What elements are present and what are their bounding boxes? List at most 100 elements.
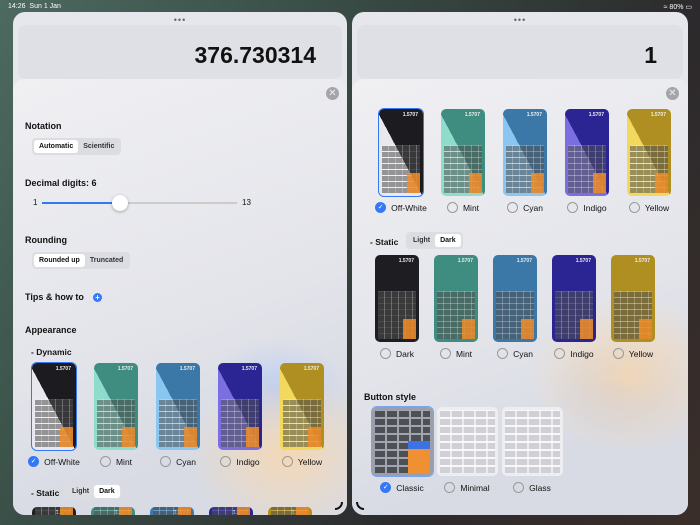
theme-thumbnail[interactable]: 1.5707: [31, 362, 77, 451]
radio-circle-icon[interactable]: [439, 348, 451, 359]
close-icon[interactable]: ✕: [666, 87, 679, 100]
radio-circle-icon[interactable]: [220, 456, 232, 467]
theme-thumbnail[interactable]: 1.5707: [503, 109, 547, 196]
button-style-option-classic[interactable]: ✓ Classic: [370, 406, 434, 493]
radio-circle-icon[interactable]: [507, 202, 519, 213]
static-dark[interactable]: Dark: [94, 485, 120, 498]
window-menu-dots[interactable]: •••: [514, 15, 526, 25]
theme-radio[interactable]: Yellow: [628, 202, 669, 213]
rounding-truncated[interactable]: Truncated: [85, 254, 128, 267]
theme-thumbnail[interactable]: 1.5707: [611, 255, 655, 342]
rounding-segmented[interactable]: Rounded up Truncated: [32, 252, 131, 269]
theme-option-mint[interactable]: 1.5707 Mint: [434, 109, 492, 213]
radio-circle-icon[interactable]: [554, 348, 566, 359]
radio-circle-icon[interactable]: [160, 456, 172, 467]
radio-circle-icon[interactable]: [612, 348, 624, 359]
decimal-digits-slider[interactable]: [42, 195, 237, 211]
theme-radio[interactable]: Mint: [446, 202, 479, 213]
theme-thumbnail[interactable]: 1.5707: [434, 255, 478, 342]
theme-radio[interactable]: Cyan: [497, 348, 533, 359]
tips-plus-icon[interactable]: +: [93, 293, 102, 302]
theme-option-off-white[interactable]: 1.5707 ✓ Off-White: [372, 108, 430, 213]
theme-radio[interactable]: ✓ Off-White: [28, 456, 80, 467]
theme-thumbnail[interactable]: 1.5707: [565, 109, 609, 196]
theme-option-cyan[interactable]: 1.5707: [143, 507, 201, 515]
static-mode-segmented[interactable]: Light Dark: [65, 483, 122, 500]
window-menu-dots[interactable]: •••: [174, 15, 186, 25]
theme-thumbnail[interactable]: 1.5707: [94, 363, 138, 450]
static-dark[interactable]: Dark: [435, 234, 461, 247]
theme-option-mint[interactable]: 1.5707 Mint: [87, 363, 145, 467]
theme-option-mint[interactable]: 1.5707: [84, 507, 142, 515]
theme-option-indigo[interactable]: 1.5707: [202, 507, 260, 515]
notation-scientific[interactable]: Scientific: [78, 140, 119, 153]
radio-circle-icon[interactable]: [99, 456, 111, 467]
theme-thumbnail[interactable]: 1.5707: [156, 363, 200, 450]
radio-circle-icon[interactable]: [446, 202, 458, 213]
button-style-radio[interactable]: Minimal: [444, 482, 490, 493]
radio-circle-icon[interactable]: [380, 348, 392, 359]
notation-automatic[interactable]: Automatic: [34, 140, 79, 153]
theme-thumbnail[interactable]: 1.5707: [91, 507, 135, 515]
button-style-radio[interactable]: ✓ Classic: [380, 482, 424, 493]
theme-thumbnail[interactable]: 1.5707: [32, 507, 76, 515]
theme-thumbnail[interactable]: 1.5707: [218, 363, 262, 450]
theme-option-cyan[interactable]: 1.5707 Cyan: [149, 363, 207, 467]
button-style-preview[interactable]: [501, 407, 563, 476]
static-light[interactable]: Light: [408, 234, 435, 247]
button-style-preview[interactable]: [370, 406, 434, 477]
theme-thumbnail[interactable]: 1.5707: [150, 507, 194, 515]
radio-circle-icon[interactable]: [281, 456, 293, 467]
theme-thumbnail[interactable]: 1.5707: [209, 507, 253, 515]
theme-radio[interactable]: Yellow: [612, 348, 653, 359]
theme-thumbnail[interactable]: 1.5707: [280, 363, 324, 450]
theme-option-cyan[interactable]: 1.5707 Cyan: [496, 109, 554, 213]
theme-radio[interactable]: Indigo: [220, 456, 260, 467]
theme-radio[interactable]: Cyan: [507, 202, 543, 213]
notation-segmented[interactable]: Automatic Scientific: [32, 138, 122, 155]
theme-radio[interactable]: Dark: [380, 348, 414, 359]
theme-option-yellow[interactable]: 1.5707 Yellow: [273, 363, 331, 467]
theme-thumbnail[interactable]: 1.5707: [441, 109, 485, 196]
theme-option-yellow[interactable]: 1.5707: [261, 507, 319, 515]
theme-thumbnail[interactable]: 1.5707: [552, 255, 596, 342]
theme-radio[interactable]: Indigo: [554, 348, 594, 359]
radio-circle-icon[interactable]: [497, 348, 509, 359]
radio-circle-icon[interactable]: [628, 202, 640, 213]
theme-option-indigo[interactable]: 1.5707 Indigo: [545, 255, 603, 359]
theme-option-cyan[interactable]: 1.5707 Cyan: [486, 255, 544, 359]
theme-radio[interactable]: Mint: [99, 456, 132, 467]
button-style-option-minimal[interactable]: Minimal: [435, 407, 499, 493]
checkmark-icon[interactable]: ✓: [380, 482, 392, 493]
theme-option-dark[interactable]: 1.5707: [25, 507, 83, 515]
button-style-option-glass[interactable]: Glass: [500, 407, 564, 493]
theme-radio[interactable]: Mint: [439, 348, 472, 359]
rounding-rounded-up[interactable]: Rounded up: [34, 254, 85, 267]
theme-thumbnail[interactable]: 1.5707: [268, 507, 312, 515]
theme-option-mint[interactable]: 1.5707 Mint: [427, 255, 485, 359]
radio-circle-icon[interactable]: [567, 202, 579, 213]
checkmark-icon[interactable]: ✓: [375, 202, 387, 213]
button-style-radio[interactable]: Glass: [513, 482, 551, 493]
theme-option-dark[interactable]: 1.5707 Dark: [368, 255, 426, 359]
close-icon[interactable]: ✕: [326, 87, 339, 100]
theme-thumbnail[interactable]: 1.5707: [493, 255, 537, 342]
checkmark-icon[interactable]: ✓: [28, 456, 40, 467]
theme-thumbnail[interactable]: 1.5707: [627, 109, 671, 196]
theme-radio[interactable]: Yellow: [281, 456, 322, 467]
theme-option-indigo[interactable]: 1.5707 Indigo: [558, 109, 616, 213]
theme-radio[interactable]: Cyan: [160, 456, 196, 467]
theme-option-indigo[interactable]: 1.5707 Indigo: [211, 363, 269, 467]
static-mode-segmented[interactable]: Light Dark: [406, 232, 463, 249]
button-style-preview[interactable]: [436, 407, 498, 476]
radio-circle-icon[interactable]: [444, 482, 456, 493]
radio-circle-icon[interactable]: [513, 482, 525, 493]
theme-radio[interactable]: Indigo: [567, 202, 607, 213]
theme-thumbnail[interactable]: 1.5707: [375, 255, 419, 342]
theme-radio[interactable]: ✓ Off-White: [375, 202, 427, 213]
theme-option-yellow[interactable]: 1.5707 Yellow: [620, 109, 678, 213]
static-light[interactable]: Light: [67, 485, 94, 498]
slider-knob[interactable]: [112, 195, 128, 211]
theme-option-off-white[interactable]: 1.5707 ✓ Off-White: [25, 362, 83, 467]
theme-thumbnail[interactable]: 1.5707: [378, 108, 424, 197]
